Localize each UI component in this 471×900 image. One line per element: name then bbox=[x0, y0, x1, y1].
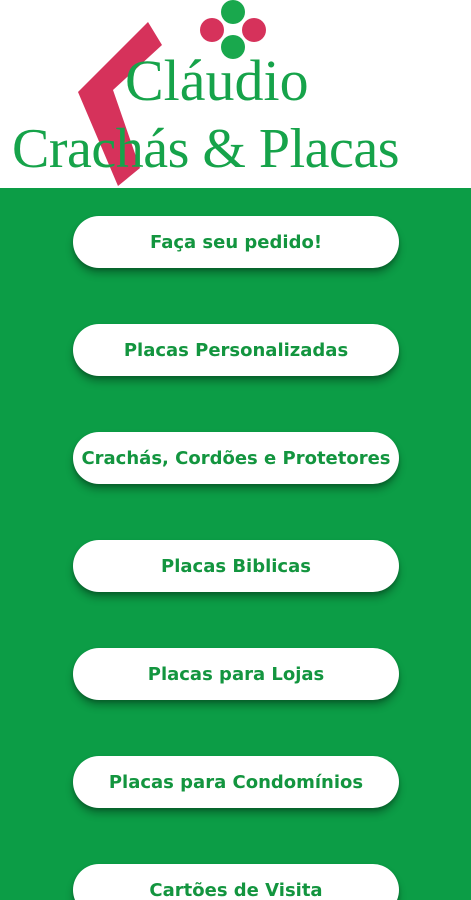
make-order-button[interactable]: Faça seu pedido! bbox=[73, 216, 399, 268]
logo-dot-left bbox=[200, 18, 224, 42]
condo-signs-button[interactable]: Placas para Condomínios bbox=[73, 756, 399, 808]
menu-area: Faça seu pedido! Placas Personalizadas C… bbox=[0, 188, 471, 900]
business-cards-label: Cartões de Visita bbox=[149, 879, 323, 900]
condo-signs-label: Placas para Condomínios bbox=[108, 771, 364, 793]
badges-lanyards-button[interactable]: Crachás, Cordões e Protetores bbox=[73, 432, 399, 484]
store-signs-label: Placas para Lojas bbox=[147, 663, 325, 685]
app-screen: Cláudio Crachás & Placas Faça seu pedido… bbox=[0, 0, 471, 900]
logo-dot-top bbox=[221, 0, 245, 24]
brand-name-line2: Crachás & Placas bbox=[12, 118, 399, 180]
custom-signs-button[interactable]: Placas Personalizadas bbox=[73, 324, 399, 376]
brand-name-line1: Cláudio bbox=[125, 48, 309, 113]
header-logo: Cláudio Crachás & Placas bbox=[0, 0, 471, 188]
logo-dot-right bbox=[242, 18, 266, 42]
make-order-label: Faça seu pedido! bbox=[149, 231, 323, 253]
custom-signs-label: Placas Personalizadas bbox=[123, 339, 349, 361]
biblical-signs-label: Placas Biblicas bbox=[161, 555, 311, 577]
badges-lanyards-label: Crachás, Cordões e Protetores bbox=[81, 447, 391, 469]
business-cards-button[interactable]: Cartões de Visita bbox=[73, 864, 399, 900]
store-signs-button[interactable]: Placas para Lojas bbox=[73, 648, 399, 700]
biblical-signs-button[interactable]: Placas Biblicas bbox=[73, 540, 399, 592]
